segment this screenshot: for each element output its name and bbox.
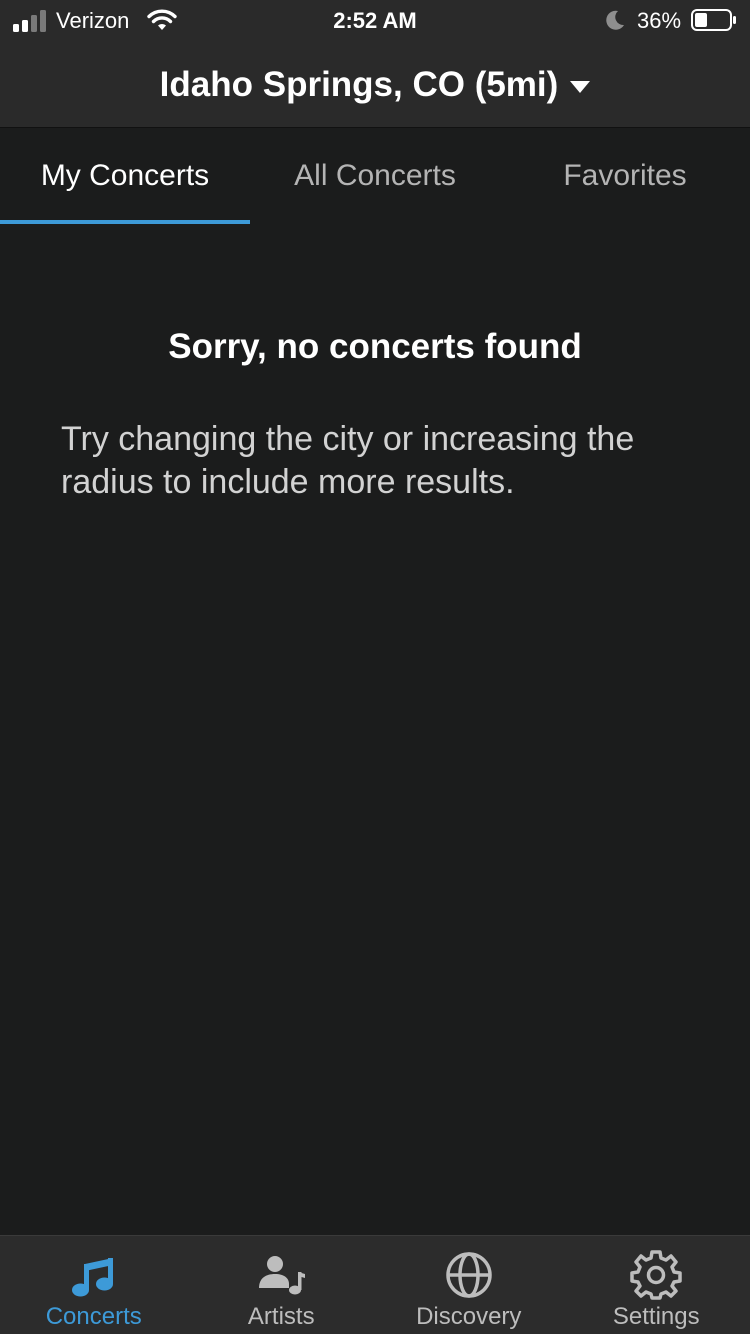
gear-icon	[630, 1250, 682, 1300]
globe-icon	[446, 1252, 492, 1298]
empty-state-title: Sorry, no concerts found	[168, 327, 582, 366]
app-screen: Verizon 2:52 AM 36% Idaho Springs, CO (5…	[0, 0, 750, 1334]
bottom-tab-bar: Concerts Artists Discovery Settings	[0, 1235, 750, 1334]
empty-state-message: Try changing the city or increasing the …	[61, 420, 635, 501]
caret-down-icon	[570, 81, 591, 93]
battery-percent: 36%	[637, 8, 682, 33]
moon-icon	[606, 10, 624, 30]
app-header: Idaho Springs, CO (5mi)	[0, 42, 750, 128]
tabbar-label: Artists	[247, 1303, 315, 1330]
tabbar-label: Concerts	[45, 1303, 142, 1330]
tab-my-concerts[interactable]: My Concerts	[0, 128, 250, 224]
music-note-icon	[71, 1258, 113, 1297]
tabbar-discovery[interactable]: Discovery	[375, 1236, 563, 1334]
tab-all-concerts[interactable]: All Concerts	[250, 128, 500, 224]
battery-icon	[691, 9, 736, 31]
tab-favorites[interactable]: Favorites	[500, 128, 750, 224]
tabbar-artists[interactable]: Artists	[188, 1236, 376, 1334]
tabbar-concerts[interactable]: Concerts	[0, 1236, 188, 1334]
location-label: Idaho Springs, CO (5mi)	[159, 65, 559, 104]
tabbar-label: Discovery	[416, 1303, 522, 1330]
tabbar-label: Settings	[612, 1303, 700, 1330]
concert-tabs: My Concerts All Concerts Favorites	[0, 128, 750, 224]
artist-icon	[259, 1256, 306, 1295]
status-bar: Verizon 2:52 AM 36%	[0, 0, 750, 42]
tabbar-settings[interactable]: Settings	[563, 1236, 750, 1334]
location-selector[interactable]: Idaho Springs, CO (5mi)	[0, 42, 750, 128]
